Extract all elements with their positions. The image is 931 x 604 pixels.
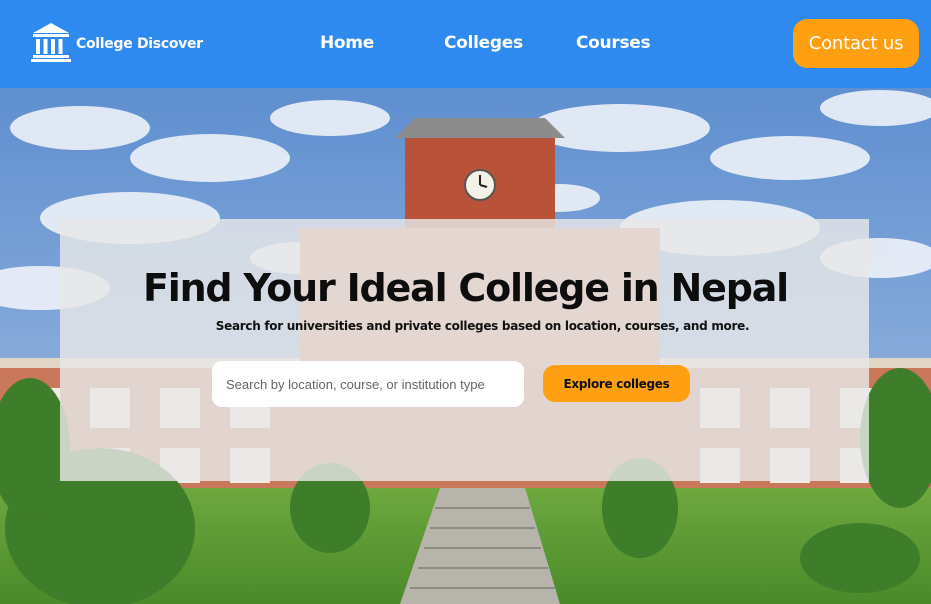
top-navbar: College Discover Home Colleges Courses C… <box>0 0 931 88</box>
contact-us-button[interactable]: Contact us <box>793 19 919 68</box>
brand-logo[interactable]: College Discover <box>29 21 203 63</box>
explore-colleges-button[interactable]: Explore colleges <box>543 365 690 402</box>
hero-overlay-card <box>60 219 869 481</box>
hero-subtitle: Search for universities and private coll… <box>215 319 750 333</box>
institution-icon <box>31 23 71 62</box>
hero-banner <box>0 88 931 604</box>
hero-title: Find Your Ideal College in Nepal <box>142 266 789 310</box>
brand-name: College Discover <box>76 36 203 52</box>
nav-home-link[interactable]: Home <box>320 33 374 53</box>
nav-courses-link[interactable]: Courses <box>576 33 651 53</box>
search-input[interactable] <box>212 361 524 407</box>
nav-colleges-link[interactable]: Colleges <box>444 33 523 53</box>
